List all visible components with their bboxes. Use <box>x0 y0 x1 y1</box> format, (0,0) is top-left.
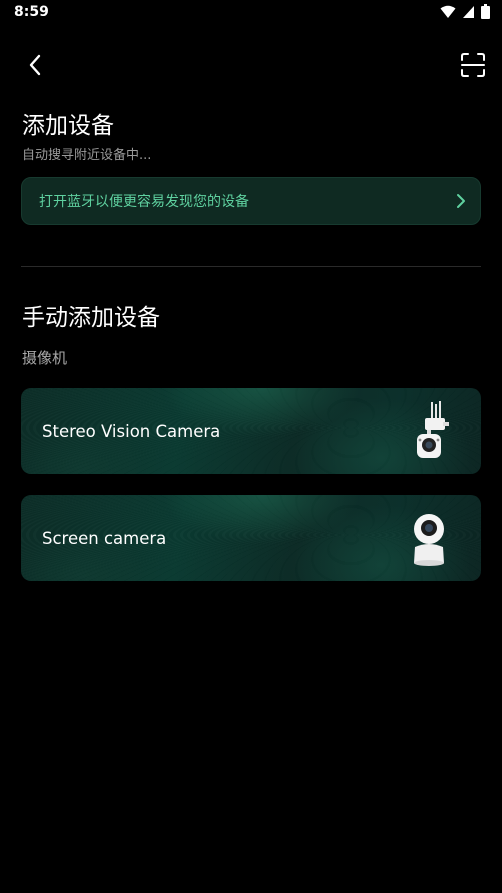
status-icons <box>440 4 490 19</box>
status-bar: 8:59 <box>0 0 502 26</box>
indoor-camera-icon <box>414 514 444 566</box>
status-time: 8:59 <box>14 4 49 20</box>
enable-bluetooth-banner[interactable]: 打开蓝牙以便更容易发现您的设备 <box>21 177 481 225</box>
category-label: 摄像机 <box>22 349 68 367</box>
device-card-screen-camera[interactable]: Screen camera <box>21 495 481 581</box>
search-status-text: 自动搜寻附近设备中... <box>22 148 152 163</box>
manual-add-title: 手动添加设备 <box>22 305 160 331</box>
divider <box>21 266 481 267</box>
signal-icon <box>463 5 474 18</box>
scan-button[interactable] <box>456 48 490 82</box>
battery-icon <box>481 4 490 19</box>
device-name: Screen camera <box>42 529 167 548</box>
device-card-stereo-vision-camera[interactable]: Stereo Vision Camera <box>21 388 481 474</box>
enable-bluetooth-text: 打开蓝牙以便更容易发现您的设备 <box>39 194 249 210</box>
page-title: 添加设备 <box>22 113 114 139</box>
outdoor-camera-icon <box>417 401 449 458</box>
wifi-icon <box>440 5 456 18</box>
back-button[interactable] <box>20 50 50 80</box>
chevron-left-icon <box>29 54 41 76</box>
chevron-right-icon <box>457 194 465 208</box>
scan-icon <box>461 53 485 77</box>
device-name: Stereo Vision Camera <box>42 422 221 441</box>
